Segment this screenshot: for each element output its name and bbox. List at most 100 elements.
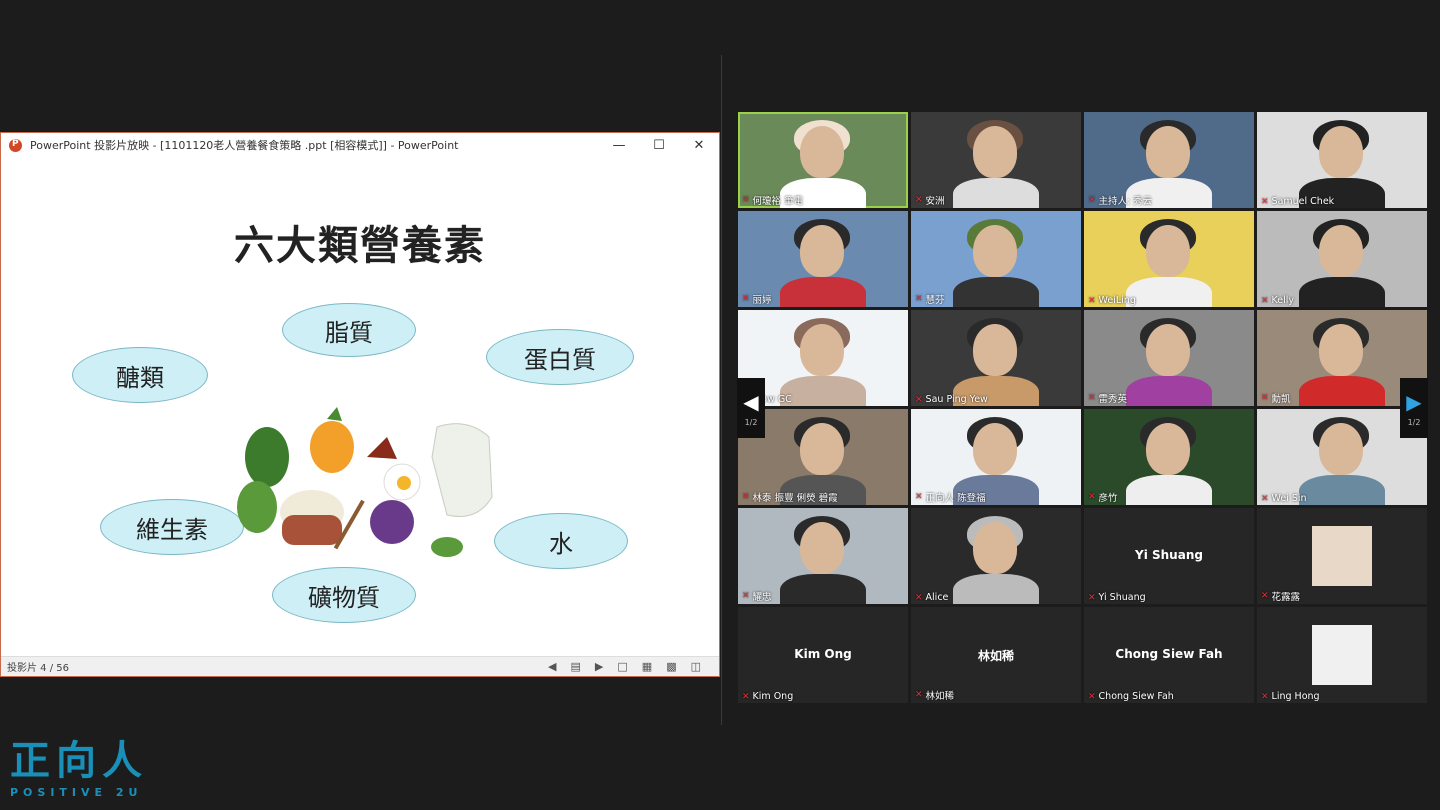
participant-name-label: ✕ 林如稀 — [915, 688, 954, 702]
participant-body — [1299, 277, 1385, 307]
slide-title: 六大類營養素 — [234, 222, 486, 269]
maximize-button[interactable]: ☐ — [639, 138, 679, 153]
participant-name: 林如稀 — [925, 691, 955, 702]
ppt-window-title: PowerPoint 投影片放映 - [1101120老人營養餐食策略 .ppt… — [30, 139, 459, 152]
participant-body — [780, 277, 866, 307]
participant-name: WeiLing — [1098, 295, 1136, 306]
participant-name-label: ✕ Alice — [915, 592, 948, 603]
participant-name: 耀忠 — [752, 592, 772, 603]
page-indicator-right: 1/2 — [1407, 417, 1421, 427]
participant-body — [1299, 376, 1385, 406]
participant-tile[interactable]: ✕ 正向人 陈登福 — [911, 409, 1081, 505]
participant-tile[interactable]: ✕ Ling Hong — [1257, 607, 1427, 703]
page-indicator-left: 1/2 — [744, 417, 758, 427]
muted-mic-icon: ✕ — [742, 591, 750, 601]
participant-name: Kim Ong — [752, 691, 794, 702]
participant-name: 何瓊裕 筆電 — [752, 196, 804, 207]
participant-face — [1146, 423, 1190, 475]
participant-name-label: ✕ 林泰 振豐 俐熒 碧霞 — [742, 490, 838, 504]
slide-sorter-icon[interactable]: ▦ — [642, 660, 652, 673]
participant-face — [1319, 126, 1363, 178]
participant-tile[interactable]: Chong Siew Fah ✕ Chong Siew Fah — [1084, 607, 1254, 703]
muted-mic-icon: ✕ — [1261, 295, 1269, 306]
participant-body — [1126, 277, 1212, 307]
participant-tile[interactable]: ✕ 何瓊裕 筆電 — [738, 112, 908, 208]
participant-tile[interactable]: ✕ 花露露 — [1257, 508, 1427, 604]
participant-name-label: ✕ 慧芬 — [915, 292, 945, 306]
participant-tile[interactable]: ✕ 慧芬 — [911, 211, 1081, 307]
participant-display-name: 林如稀 — [977, 649, 1014, 663]
participant-body — [1299, 475, 1385, 505]
muted-mic-icon: ✕ — [1261, 196, 1269, 207]
participant-name-label: ✕ Sau Ping Yew — [915, 394, 988, 405]
participant-name-label: ✕ 正向人 陈登福 — [915, 490, 986, 504]
prev-slide-icon[interactable]: ◀ — [548, 660, 556, 673]
participant-name: 勳凱 — [1271, 394, 1291, 405]
participant-tile[interactable]: 林如稀 ✕ 林如稀 — [911, 607, 1081, 703]
next-slide-icon[interactable]: ▶ — [595, 660, 603, 673]
participant-face — [1319, 423, 1363, 475]
participant-tile[interactable]: ✕ 耀忠 — [738, 508, 908, 604]
participant-tile[interactable]: Kim Ong ✕ Kim Ong — [738, 607, 908, 703]
participant-name-label: ✕ 丽婷 — [742, 292, 772, 306]
muted-mic-icon: ✕ — [742, 691, 750, 702]
muted-mic-icon: ✕ — [1088, 691, 1096, 702]
participant-tile[interactable]: ✕ 安洲 — [911, 112, 1081, 208]
participant-tile[interactable]: ✕ 彦竹 — [1084, 409, 1254, 505]
normal-view-icon[interactable]: □ — [617, 660, 627, 673]
participant-name: 林泰 振豐 俐熒 碧霞 — [752, 493, 838, 504]
participant-face — [1146, 225, 1190, 277]
gallery-prev-button[interactable]: ◀ 1/2 — [737, 378, 765, 438]
slideshow-icon[interactable]: ◫ — [691, 660, 701, 673]
participant-tile[interactable]: Yi Shuang ✕ Yi Shuang — [1084, 508, 1254, 604]
positive2u-logo: 正向人 POSITIVE 2U — [10, 728, 148, 799]
powerpoint-icon — [9, 138, 22, 152]
participant-name-label: ✕ Ling Hong — [1261, 691, 1320, 702]
slide-counter: 投影片 4 / 56 — [7, 663, 69, 674]
participant-name-label: ✕ Kelly — [1261, 295, 1294, 306]
split-divider[interactable] — [721, 55, 722, 725]
participant-name-label: ✕ 雷秀英 — [1088, 391, 1127, 405]
slide-canvas: 六大類營養素 醣類 脂質 蛋白質 維生素 水 礦物質 — [2, 157, 718, 655]
participant-face — [973, 423, 1017, 475]
participant-tile[interactable]: ✕ Alice — [911, 508, 1081, 604]
participant-name: Alice — [925, 592, 949, 603]
muted-mic-icon: ✕ — [1261, 493, 1269, 504]
menu-icon[interactable]: ▤ — [571, 660, 581, 673]
muted-mic-icon: ✕ — [1088, 492, 1096, 502]
bubble-vitamins: 維生素 — [100, 499, 244, 555]
muted-mic-icon: ✕ — [1088, 393, 1096, 403]
participant-face — [1319, 225, 1363, 277]
participant-name: Chong Siew Fah — [1098, 691, 1174, 702]
participant-tile[interactable]: ✕ WeiLing — [1084, 211, 1254, 307]
minimize-button[interactable]: — — [599, 138, 639, 153]
participant-name-label: ✕ WeiLing — [1088, 295, 1136, 306]
participant-face — [973, 225, 1017, 277]
bubble-protein: 蛋白質 — [486, 329, 634, 385]
muted-mic-icon: ✕ — [742, 294, 750, 304]
participant-tile[interactable]: ✕ Samuel Chek — [1257, 112, 1427, 208]
bubble-carbs: 醣類 — [72, 347, 208, 403]
powerpoint-window: PowerPoint 投影片放映 - [1101120老人營養餐食策略 .ppt… — [0, 132, 720, 677]
reading-view-icon[interactable]: ▩ — [666, 660, 676, 673]
muted-mic-icon: ✕ — [915, 592, 923, 603]
participant-name: 丽婷 — [752, 295, 772, 306]
participant-tile[interactable]: ✕ 雷秀英 — [1084, 310, 1254, 406]
participant-tile[interactable]: ✕ Sau Ping Yew — [911, 310, 1081, 406]
bubble-fat: 脂質 — [282, 303, 416, 357]
muted-mic-icon: ✕ — [915, 294, 923, 304]
participant-avatar — [1312, 526, 1372, 586]
muted-mic-icon: ✕ — [915, 394, 923, 405]
participant-name: Samuel Chek — [1271, 196, 1335, 207]
participant-name: Yi Shuang — [1098, 592, 1146, 603]
participant-tile[interactable]: ✕ 主持人: 秀云 — [1084, 112, 1254, 208]
participant-face — [973, 126, 1017, 178]
food-illustration — [237, 407, 493, 557]
participant-tile[interactable]: ✕ 丽婷 — [738, 211, 908, 307]
participant-tile[interactable]: ✕ Kelly — [1257, 211, 1427, 307]
participant-face — [1146, 324, 1190, 376]
gallery-next-button[interactable]: ▶ 1/2 — [1400, 378, 1428, 438]
close-button[interactable]: ✕ — [679, 138, 719, 153]
muted-mic-icon: ✕ — [1088, 195, 1096, 205]
participant-name: 彦竹 — [1098, 493, 1118, 504]
